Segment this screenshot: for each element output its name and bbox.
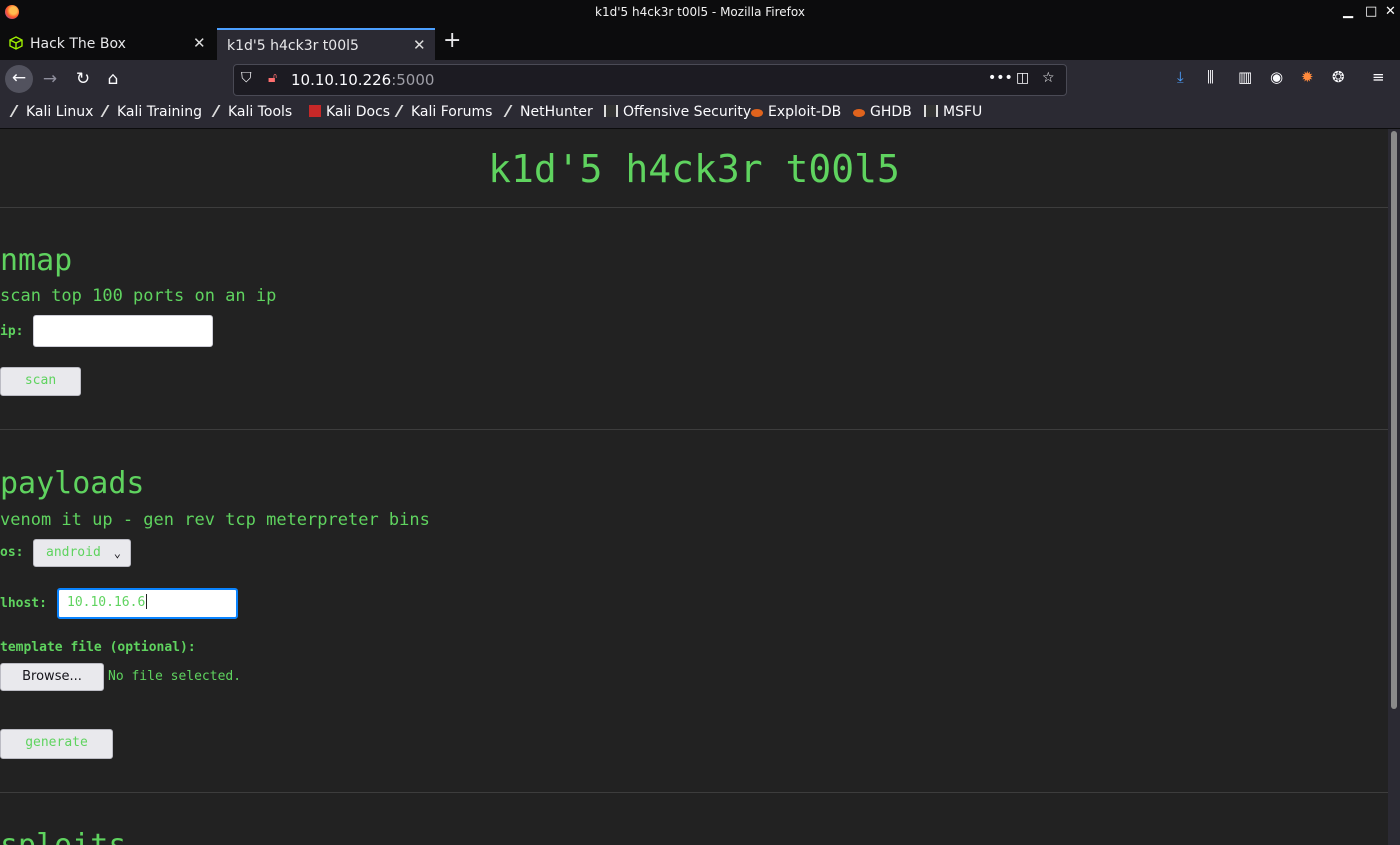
payloads-heading: payloads: [0, 466, 145, 501]
bookmark-ghdb[interactable]: GHDB: [853, 104, 912, 120]
sploits-heading: sploits: [0, 828, 126, 845]
kali-dragon-icon: [211, 105, 227, 117]
window-close-icon[interactable]: ✕: [1385, 4, 1396, 19]
url-bar[interactable]: ⛉ 🔓︎ 10.10.10.226:5000 ••• ◫ ☆: [233, 64, 1067, 96]
os-label: os:: [0, 545, 24, 560]
bookmark-offensive-security[interactable]: Offensive Security: [604, 104, 751, 120]
new-tab-icon[interactable]: +: [443, 28, 461, 53]
page-scrollbar[interactable]: [1388, 129, 1400, 845]
home-icon[interactable]: ⌂: [100, 66, 126, 92]
tab-close-icon[interactable]: ✕: [193, 34, 206, 52]
divider: [0, 207, 1388, 208]
url-port: :5000: [391, 71, 435, 89]
offsec-icon: [604, 105, 618, 117]
bookmark-kali-training[interactable]: Kali Training: [100, 104, 202, 120]
bookmark-msfu[interactable]: MSFU: [924, 104, 982, 120]
library-icon[interactable]: ⫼: [1207, 68, 1214, 86]
tab-label: k1d'5 h4ck3r t00l5: [227, 38, 359, 54]
tab-close-icon[interactable]: ✕: [413, 36, 426, 54]
bookmark-kali-linux[interactable]: Kali Linux: [9, 104, 93, 120]
bookmark-kali-docs[interactable]: Kali Docs: [309, 104, 390, 120]
htb-cube-icon: [9, 36, 23, 50]
nmap-description: scan top 100 ports on an ip: [0, 286, 277, 306]
kali-dragon-icon: [394, 105, 410, 117]
bookmark-star-icon[interactable]: ☆: [1042, 70, 1055, 86]
cookie-extension-icon[interactable]: ❂: [1332, 68, 1345, 86]
page-title: k1d'5 h4ck3r t00l5: [488, 147, 900, 191]
lhost-input-value: 10.10.16.6: [67, 595, 146, 610]
url-host: 10.10.10.226: [291, 71, 392, 89]
insecure-lock-icon[interactable]: 🔓︎: [268, 70, 277, 86]
reload-icon[interactable]: ↻: [70, 66, 96, 92]
kali-dragon-icon: [100, 105, 116, 117]
lhost-input[interactable]: 10.10.16.6: [57, 588, 238, 619]
os-select[interactable]: android ⌄: [33, 539, 131, 567]
ip-label: ip:: [0, 324, 24, 339]
payloads-description: venom it up - gen rev tcp meterpreter bi…: [0, 510, 430, 530]
generate-button[interactable]: generate: [0, 729, 113, 759]
sidebar-icon[interactable]: ▥: [1238, 68, 1252, 86]
tab-label: Hack The Box: [30, 36, 126, 52]
kali-dragon-icon: [9, 105, 25, 117]
bookmark-kali-tools[interactable]: Kali Tools: [211, 104, 292, 120]
bookmark-kali-forums[interactable]: Kali Forums: [394, 104, 492, 120]
nav-bar: ← → ↻ ⌂ ⛉ 🔓︎ 10.10.10.226:5000 ••• ◫ ☆ ⤓…: [0, 60, 1400, 98]
maximize-icon[interactable]: □: [1365, 4, 1377, 19]
extension-fox-icon[interactable]: ✹: [1301, 68, 1314, 86]
minimize-icon[interactable]: ▁: [1343, 4, 1353, 19]
divider: [0, 429, 1388, 430]
chevron-down-icon: ⌄: [113, 546, 121, 560]
lhost-label: lhost:: [0, 596, 47, 611]
tab-hack-the-box[interactable]: Hack The Box ✕: [0, 28, 215, 60]
scan-button[interactable]: scan: [0, 367, 81, 396]
ip-input[interactable]: [33, 315, 213, 347]
forward-arrow-icon[interactable]: →: [37, 66, 63, 92]
bookmarks-toolbar: Kali Linux Kali Training Kali Tools Kali…: [0, 98, 1400, 129]
page-content: k1d'5 h4ck3r t00l5 nmap scan top 100 por…: [0, 129, 1388, 845]
scrollbar-thumb[interactable]: [1391, 131, 1397, 709]
pocket-icon[interactable]: ◫: [1016, 70, 1029, 86]
template-file-label: template file (optional):: [0, 640, 196, 655]
tab-bar: Hack The Box ✕ k1d'5 h4ck3r t00l5 ✕ +: [0, 26, 1400, 62]
back-arrow-icon[interactable]: ←: [5, 65, 33, 93]
nethunter-icon: [503, 105, 519, 117]
window-titlebar: k1d'5 h4ck3r t00l5 - Mozilla Firefox ▁ □…: [0, 0, 1400, 26]
downloads-icon[interactable]: ⤓: [1177, 68, 1184, 86]
text-caret: [146, 594, 148, 609]
account-icon[interactable]: ◉: [1270, 68, 1283, 86]
bookmark-exploit-db[interactable]: Exploit-DB: [751, 104, 841, 120]
shield-icon[interactable]: ⛉: [241, 70, 252, 86]
page-actions-icon[interactable]: •••: [988, 70, 1013, 86]
tab-k1ds-h4ck3r-t00l5[interactable]: k1d'5 h4ck3r t00l5 ✕: [217, 28, 435, 62]
menu-hamburger-icon[interactable]: ≡: [1372, 68, 1385, 86]
kali-docs-icon: [309, 105, 321, 117]
window-title: k1d'5 h4ck3r t00l5 - Mozilla Firefox: [595, 5, 805, 19]
ghdb-icon: [853, 109, 865, 117]
msfu-icon: [924, 105, 938, 117]
browse-button[interactable]: Browse...: [0, 663, 104, 691]
bookmark-nethunter[interactable]: NetHunter: [503, 104, 593, 120]
nmap-heading: nmap: [0, 243, 73, 278]
divider: [0, 792, 1388, 793]
url-text[interactable]: 10.10.10.226:5000: [291, 71, 434, 89]
no-file-selected-text: No file selected.: [108, 669, 242, 684]
exploit-db-icon: [751, 109, 763, 117]
os-select-value: android: [46, 545, 101, 560]
